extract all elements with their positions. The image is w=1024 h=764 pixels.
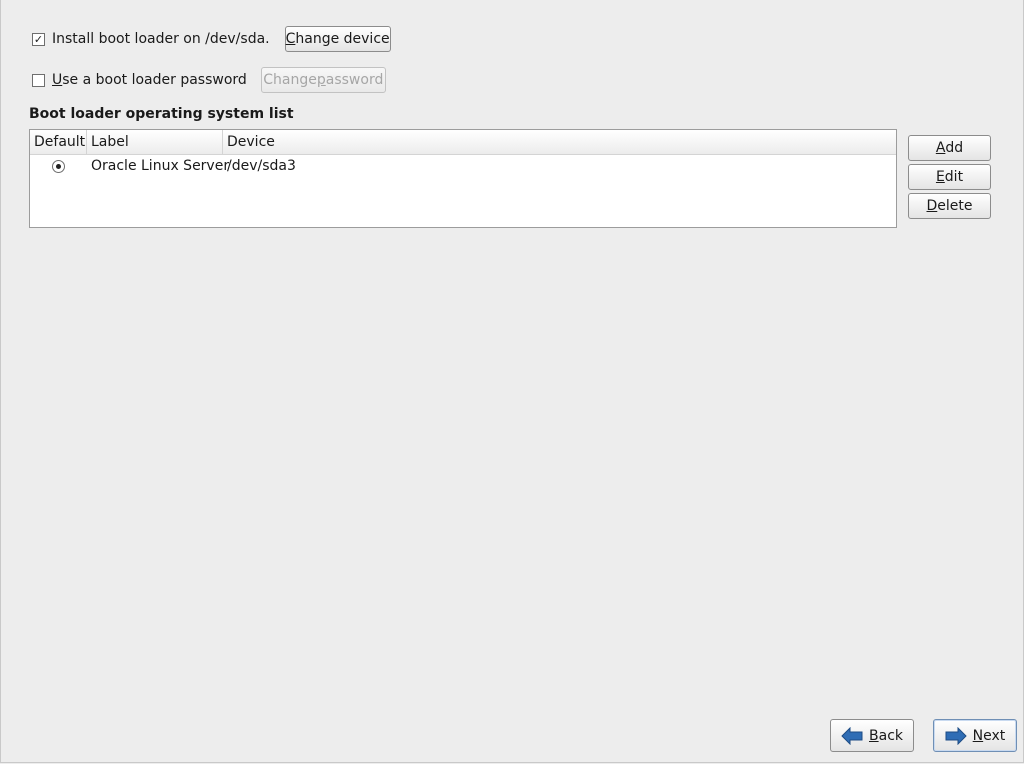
arrow-left-icon [841, 726, 863, 745]
column-header-label[interactable]: Label [87, 130, 223, 154]
delete-button[interactable]: Delete [908, 193, 991, 219]
column-header-device[interactable]: Device [223, 130, 896, 154]
label-cell: Oracle Linux Server [91, 158, 230, 174]
os-list-table[interactable]: Default Label Device Oracle Linux Server… [29, 129, 897, 228]
os-list-actions: Add Edit Delete [908, 135, 991, 222]
change-password-pre: Change [263, 72, 317, 88]
radio-selected-dot [56, 163, 61, 169]
column-header-default[interactable]: Default [30, 130, 87, 154]
next-button[interactable]: Next [933, 719, 1017, 752]
os-list-title: Boot loader operating system list [29, 106, 294, 122]
add-label: dd [945, 140, 964, 156]
device-cell: /dev/sda3 [227, 158, 296, 174]
change-password-mnemonic: p [316, 72, 326, 88]
add-mnemonic: A [935, 140, 946, 156]
back-mnemonic: B [869, 727, 879, 744]
password-label-mnemonic: U [52, 72, 63, 88]
default-radio[interactable] [52, 159, 65, 173]
change-password-button[interactable]: Change p assword [260, 67, 386, 93]
bootloader-page: ✓ Install boot loader on /dev/sda. Chang… [0, 0, 1024, 763]
install-bootloader-row: ✓ Install boot loader on /dev/sda. Chang… [32, 26, 391, 52]
password-label[interactable]: Use a boot loader password [52, 72, 247, 88]
default-cell[interactable] [30, 155, 87, 177]
next-label: ext [983, 727, 1006, 744]
change-password-rest: assword [325, 72, 384, 88]
password-row: Use a boot loader password Change p asswo… [32, 67, 386, 93]
edit-label: dit [944, 169, 964, 185]
table-row[interactable]: Oracle Linux Server /dev/sda3 [30, 155, 896, 177]
install-bootloader-checkbox[interactable]: ✓ [32, 32, 45, 46]
os-list-header: Default Label Device [30, 130, 896, 155]
change-device-label: hange device [295, 31, 390, 47]
change-device-button[interactable]: Change device [284, 26, 391, 52]
next-mnemonic: N [972, 727, 984, 744]
add-button[interactable]: Add [908, 135, 991, 161]
back-label: ack [878, 727, 903, 744]
password-checkbox[interactable] [32, 73, 45, 87]
edit-button[interactable]: Edit [908, 164, 991, 190]
back-button[interactable]: Back [830, 719, 914, 752]
delete-label: elete [937, 198, 973, 214]
change-device-mnemonic: C [285, 31, 296, 47]
delete-mnemonic: D [926, 198, 938, 214]
password-label-rest: se a boot loader password [62, 72, 247, 88]
install-bootloader-label[interactable]: Install boot loader on /dev/sda. [52, 31, 270, 47]
arrow-right-icon [945, 726, 967, 745]
edit-mnemonic: E [935, 169, 945, 185]
